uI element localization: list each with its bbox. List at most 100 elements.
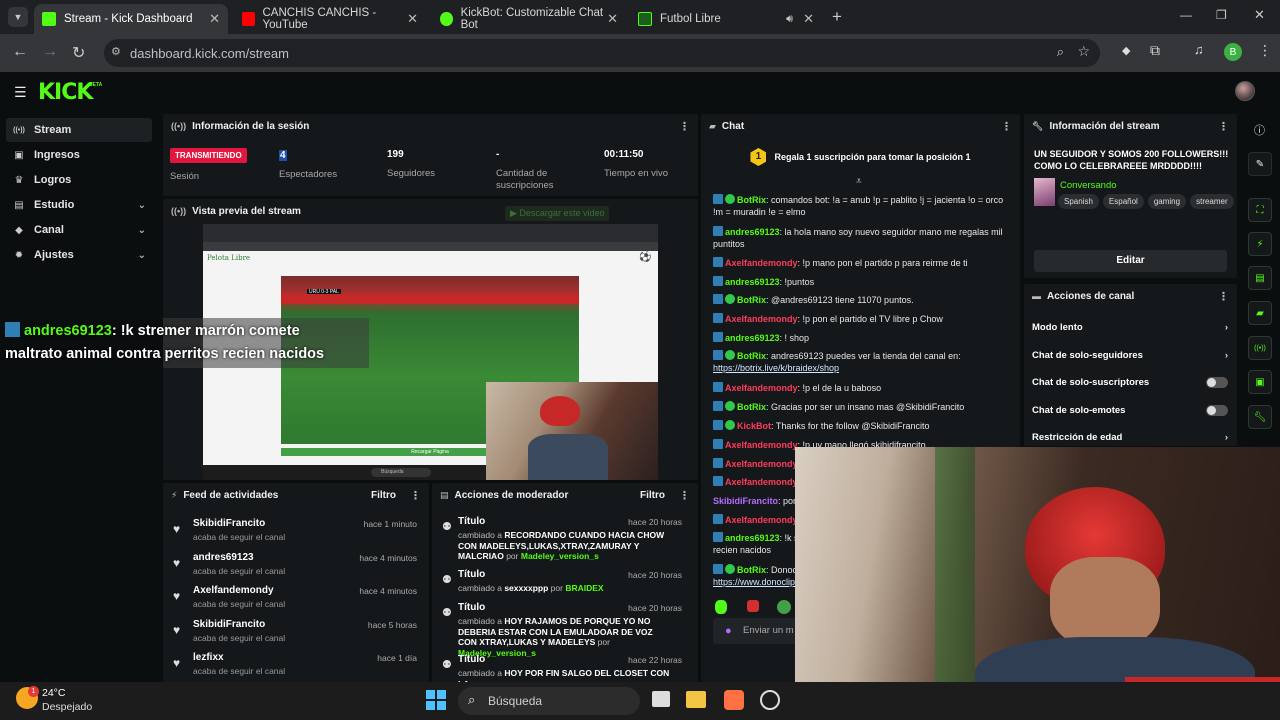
more-options-icon[interactable]: ⋮ xyxy=(679,120,690,133)
zoom-icon[interactable]: ⌕ xyxy=(1057,44,1064,60)
broadcast-icon: ((•)) xyxy=(13,126,25,134)
sidebar-item-ingresos[interactable]: ▣ Ingresos xyxy=(6,143,152,167)
youtube-favicon-icon xyxy=(242,12,255,26)
pinned-gift-banner[interactable]: 1 Regala 1 suscripción para tomar la pos… xyxy=(701,144,1020,170)
close-tab-icon[interactable]: ✕ xyxy=(209,11,220,27)
users-icon: ⚉ xyxy=(442,574,452,586)
kick-badge-icon xyxy=(713,532,723,542)
kick-badge-icon xyxy=(713,382,723,392)
close-tab-icon[interactable]: ✕ xyxy=(803,11,814,27)
more-options-icon[interactable]: ⋮ xyxy=(1001,120,1012,133)
kick-badge-icon xyxy=(713,276,723,286)
close-window-icon[interactable]: ✕ xyxy=(1254,7,1265,23)
file-explorer-icon[interactable] xyxy=(686,691,706,708)
webcam-overlay xyxy=(795,447,1280,720)
windows-start-icon[interactable] xyxy=(426,690,446,710)
capture-icon[interactable]: ⛶ xyxy=(1248,198,1272,222)
edit-button[interactable]: Editar xyxy=(1034,250,1227,272)
extension-diamond-icon[interactable]: ◆ xyxy=(1122,44,1130,57)
restore-window-icon[interactable]: ❐ xyxy=(1216,8,1227,22)
sidebar-item-logros[interactable]: ♛ Logros xyxy=(6,168,152,192)
edit-pencil-icon[interactable]: ✎ xyxy=(1248,152,1272,176)
kick-badge-icon xyxy=(713,476,723,486)
app-icon[interactable] xyxy=(724,690,744,710)
channel-icon: ◆ xyxy=(15,224,23,236)
lightning-icon[interactable]: ⚡︎ xyxy=(1248,232,1272,256)
browser-tab-kick[interactable]: Stream - Kick Dashboard ✕ xyxy=(34,4,228,34)
taskbar-search[interactable]: ⌕ Búsqueda xyxy=(458,687,640,715)
futbol-favicon-icon xyxy=(638,12,652,26)
browser-tab-youtube[interactable]: CANCHIS CANCHIS - YouTube ✕ xyxy=(234,4,426,34)
site-info-icon[interactable]: ⚙ xyxy=(111,45,121,58)
sidebar-item-stream[interactable]: ((•)) Stream xyxy=(6,118,152,142)
followers-only-option[interactable]: Chat de solo-seguidores › xyxy=(1032,350,1228,361)
document-icon[interactable]: ▤ xyxy=(1248,266,1272,290)
moderation-icon[interactable]: ▣ xyxy=(1248,370,1272,394)
close-tab-icon[interactable]: ✕ xyxy=(407,11,418,27)
extensions-puzzle-icon[interactable]: ⧉ xyxy=(1150,42,1160,59)
wrench-icon[interactable]: 🔧︎ xyxy=(1248,405,1272,429)
audio-playing-icon[interactable]: 🔊︎ xyxy=(786,13,793,26)
kick-badge-icon xyxy=(713,313,723,323)
kick-badge-icon xyxy=(713,458,723,468)
emote-icon[interactable] xyxy=(715,600,727,614)
category-name[interactable]: Conversando xyxy=(1060,180,1117,191)
channel-actions-panel: ▬ Acciones de canal ⋮ Modo lento › Chat d… xyxy=(1024,284,1237,446)
emotes-only-toggle[interactable] xyxy=(1206,405,1228,416)
tab-list-button[interactable]: ▼ xyxy=(8,7,28,27)
emote-icon[interactable] xyxy=(747,600,759,612)
user-avatar[interactable] xyxy=(1235,81,1255,101)
forward-arrow-icon[interactable]: → xyxy=(42,43,58,61)
kick-logo[interactable]: KICK xyxy=(38,80,93,105)
weather-temp[interactable]: 24°C xyxy=(42,687,65,699)
reload-icon[interactable]: ↻ xyxy=(72,43,85,63)
expand-chevron-icon[interactable]: ⩡ xyxy=(856,176,862,187)
minimize-window-icon[interactable]: — xyxy=(1180,8,1192,22)
address-bar[interactable]: ⚙ dashboard.kick.com/stream ⌕ ☆ xyxy=(104,39,1100,67)
media-control-icon[interactable]: ♫ xyxy=(1194,42,1204,57)
more-options-icon[interactable]: ⋮ xyxy=(679,489,690,502)
age-restriction-option[interactable]: Restricción de edad › xyxy=(1032,432,1228,443)
live-status: TRANSMITIENDO Sesión xyxy=(170,148,247,182)
profile-avatar[interactable]: B xyxy=(1224,43,1242,61)
more-options-icon[interactable]: ⋮ xyxy=(1218,290,1229,303)
more-options-icon[interactable]: ⋮ xyxy=(1218,120,1229,133)
subscribers-only-toggle[interactable] xyxy=(1206,377,1228,388)
verified-badge-icon xyxy=(725,294,735,304)
chat-message: andres69123: ! shop xyxy=(713,332,1013,344)
close-tab-icon[interactable]: ✕ xyxy=(607,11,618,27)
search-icon: ⌕ xyxy=(468,692,476,707)
new-tab-button[interactable]: + xyxy=(832,7,842,27)
browser-menu-icon[interactable]: ⋮ xyxy=(1258,42,1272,59)
broadcast-icon[interactable]: ((•)) xyxy=(1248,336,1272,360)
rank-badge: 1 xyxy=(750,148,767,166)
browser-toolbar: ← → ↻ ⚙ dashboard.kick.com/stream ⌕ ☆ ◆ … xyxy=(0,34,1280,72)
filter-button[interactable]: Filtro xyxy=(371,490,396,501)
list-item: ♥ Axelfandemondy acaba de seguir el cana… xyxy=(173,585,417,609)
chat-message: BotRix: andres69123 puedes ver la tienda… xyxy=(713,350,961,373)
panel-header: ((•)) Vista previa del stream xyxy=(171,205,301,217)
chat-bubble-icon[interactable]: ▰ xyxy=(1248,301,1272,325)
kick-badge-icon xyxy=(713,194,723,204)
sidebar-item-estudio[interactable]: ▤ Estudio ⌄ xyxy=(6,193,152,217)
stat-viewers: 4 Espectadores xyxy=(279,150,338,180)
shop-link[interactable]: https://botrix.live/k/braidex/shop xyxy=(713,363,839,373)
browser-tab-kickbot[interactable]: KickBot: Customizable Chat Bot ✕ xyxy=(432,4,626,34)
hamburger-menu-icon[interactable]: ☰ xyxy=(14,84,27,101)
back-arrow-icon[interactable]: ← xyxy=(12,43,28,61)
browser-tab-futbol[interactable]: Futbol Libre 🔊︎ ✕ xyxy=(630,4,822,34)
sidebar-item-canal[interactable]: ◆ Canal ⌄ xyxy=(6,218,152,242)
filter-button[interactable]: Filtro xyxy=(640,490,665,501)
task-view-icon[interactable] xyxy=(652,691,670,707)
emote-icon[interactable] xyxy=(777,600,791,614)
slow-mode-option[interactable]: Modo lento › xyxy=(1032,322,1228,333)
sidebar-item-ajustes[interactable]: ✹ Ajustes ⌄ xyxy=(6,243,152,267)
more-options-icon[interactable]: ⋮ xyxy=(410,489,421,502)
bookmark-star-icon[interactable]: ☆ xyxy=(1077,43,1090,60)
download-video-button[interactable]: ▶ Descargar este video xyxy=(505,206,610,221)
obs-icon[interactable] xyxy=(760,690,780,710)
wallet-icon: ▣ xyxy=(14,149,24,161)
microphone-icon[interactable]: ● xyxy=(725,618,732,644)
info-icon[interactable]: ⓘ xyxy=(1254,122,1265,138)
users-icon: ⚉ xyxy=(442,607,452,619)
